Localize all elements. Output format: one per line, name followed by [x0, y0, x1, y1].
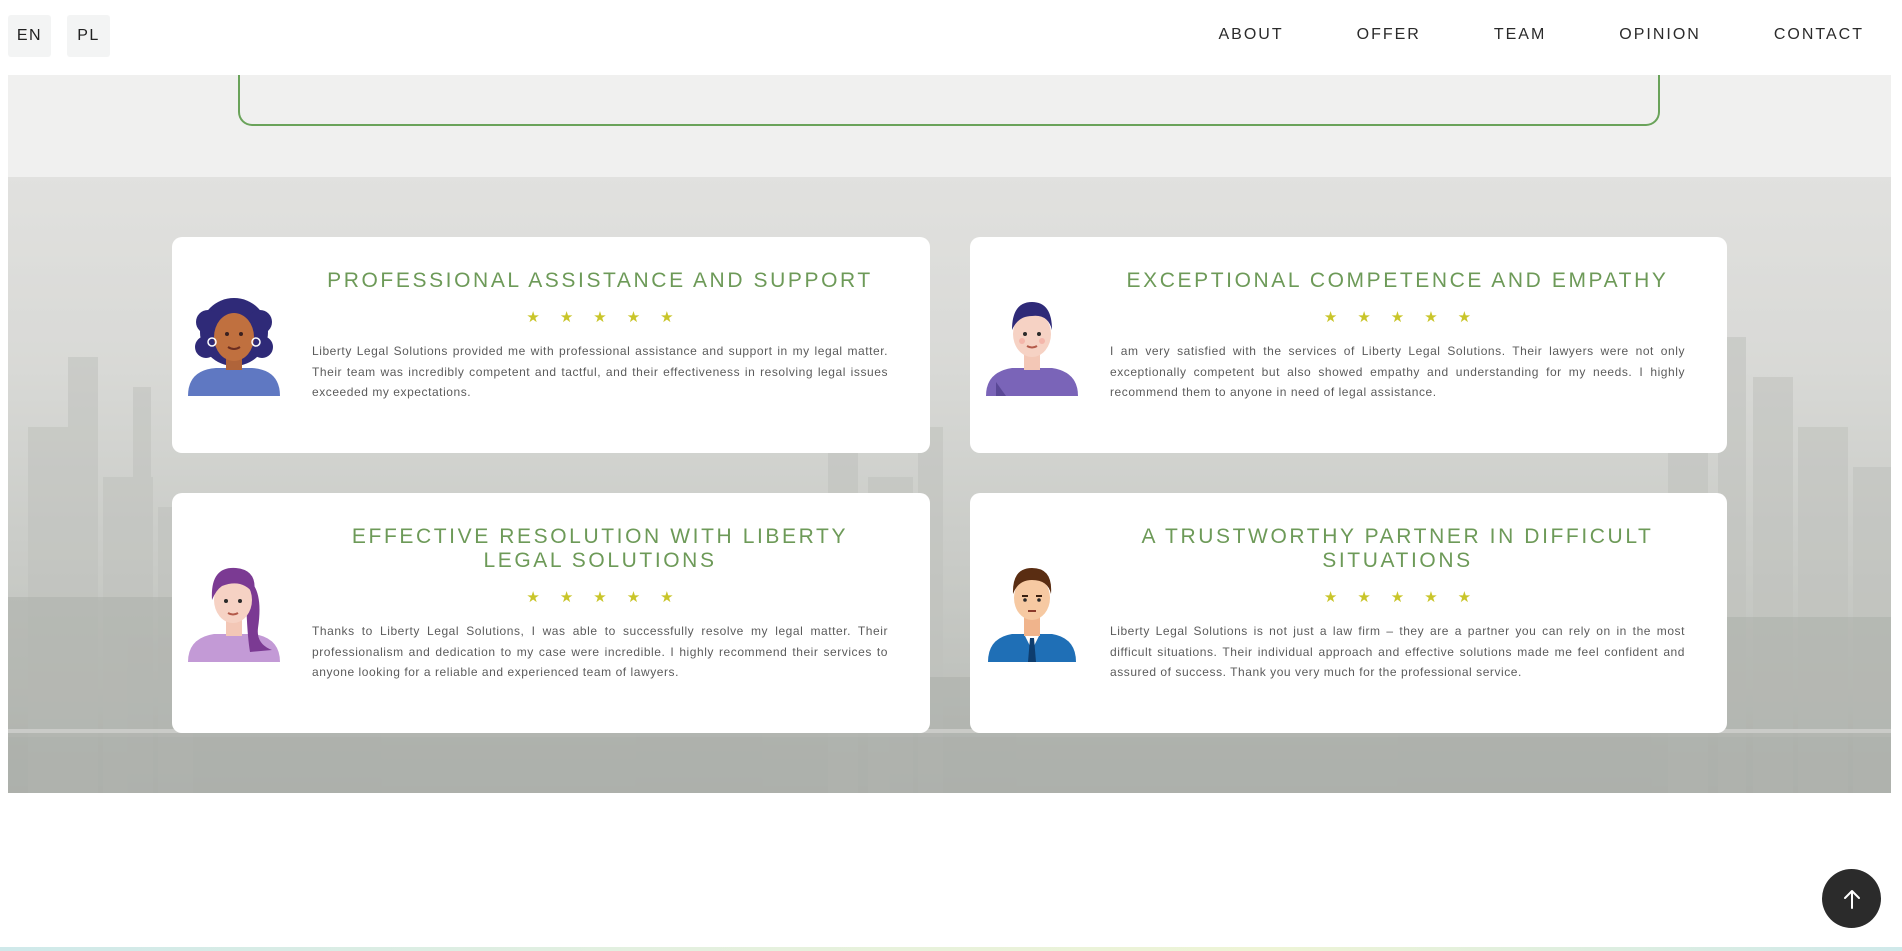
testimonial-card: EFFECTIVE RESOLUTION WITH LIBERTY LEGAL …: [172, 493, 930, 733]
testimonial-content: EXCEPTIONAL COMPETENCE AND EMPATHY ★ ★ ★ ★ ★…: [1110, 269, 1685, 403]
star-icon: ★: [1457, 588, 1472, 606]
star-icon: ★: [1457, 308, 1472, 326]
star-icon: ★: [660, 308, 674, 326]
testimonial-text: Thanks to Liberty Legal Solutions, I was…: [312, 624, 888, 679]
star-rating: ★ ★ ★ ★ ★: [312, 587, 888, 607]
testimonial-title: EFFECTIVE RESOLUTION WITH LIBERTY LEGAL …: [351, 525, 849, 572]
star-icon: ★: [1424, 308, 1438, 326]
star-rating: ★ ★ ★ ★ ★: [1110, 307, 1685, 327]
businessman-avatar: [988, 568, 1076, 662]
language-en-button[interactable]: EN: [8, 15, 51, 57]
testimonial-text: I am very satisfied with the services of…: [1110, 344, 1685, 399]
woman-curly-hair-avatar: [188, 298, 280, 396]
star-icon: ★: [559, 588, 574, 606]
nav-item-about[interactable]: ABOUT: [1219, 26, 1284, 44]
star-icon: ★: [526, 588, 540, 606]
testimonial-text: Liberty Legal Solutions is not just a la…: [1110, 624, 1685, 679]
language-pl-button[interactable]: PL: [67, 15, 110, 57]
star-icon: ★: [593, 588, 607, 606]
nav-item-contact[interactable]: CONTACT: [1774, 26, 1864, 44]
back-to-top-button[interactable]: [1822, 869, 1881, 928]
testimonial-card: EXCEPTIONAL COMPETENCE AND EMPATHY ★ ★ ★ ★ ★…: [970, 237, 1727, 453]
star-icon: ★: [1390, 588, 1405, 606]
star-icon: ★: [1357, 308, 1371, 326]
testimonial-content: A TRUSTWORTHY PARTNER IN DIFFICULT SITUA…: [1110, 525, 1685, 683]
young-man-avatar: [986, 302, 1078, 396]
nav-item-team[interactable]: TEAM: [1494, 26, 1546, 44]
testimonial-card: PROFESSIONAL ASSISTANCE AND SUPPORT ★ ★ ★ ★…: [172, 237, 930, 453]
main-nav: ABOUT OFFER TEAM OPINION CONTACT: [1146, 0, 1865, 70]
star-icon: ★: [1323, 308, 1338, 326]
woman-purple-hair-avatar: [188, 567, 280, 662]
nav-item-offer[interactable]: OFFER: [1357, 26, 1421, 44]
testimonial-content: PROFESSIONAL ASSISTANCE AND SUPPORT ★ ★ ★ ★…: [312, 269, 888, 403]
star-icon: ★: [1390, 308, 1405, 326]
nav-item-opinion[interactable]: OPINION: [1619, 26, 1701, 44]
testimonial-card: A TRUSTWORTHY PARTNER IN DIFFICULT SITUA…: [970, 493, 1727, 733]
site-header: EN PL ABOUT OFFER TEAM OPINION CONTACT: [0, 0, 1902, 75]
star-rating: ★ ★ ★ ★ ★: [1110, 587, 1685, 607]
arrow-up-icon: [1843, 889, 1860, 909]
star-rating: ★ ★ ★ ★ ★: [312, 307, 888, 327]
star-icon: ★: [1424, 588, 1438, 606]
testimonial-content: EFFECTIVE RESOLUTION WITH LIBERTY LEGAL …: [312, 525, 888, 683]
star-icon: ★: [526, 308, 540, 326]
star-icon: ★: [626, 588, 641, 606]
star-icon: ★: [1357, 588, 1371, 606]
star-icon: ★: [660, 588, 674, 606]
footer-edge: [0, 947, 1902, 951]
star-icon: ★: [626, 308, 641, 326]
testimonial-text: Liberty Legal Solutions provided me with…: [312, 344, 888, 399]
testimonial-title: EXCEPTIONAL COMPETENCE AND EMPATHY: [1126, 269, 1669, 292]
star-icon: ★: [593, 308, 607, 326]
star-icon: ★: [1323, 588, 1338, 606]
testimonial-title: A TRUSTWORTHY PARTNER IN DIFFICULT SITUA…: [1141, 525, 1654, 572]
testimonial-title: PROFESSIONAL ASSISTANCE AND SUPPORT: [327, 269, 873, 292]
star-icon: ★: [559, 308, 574, 326]
